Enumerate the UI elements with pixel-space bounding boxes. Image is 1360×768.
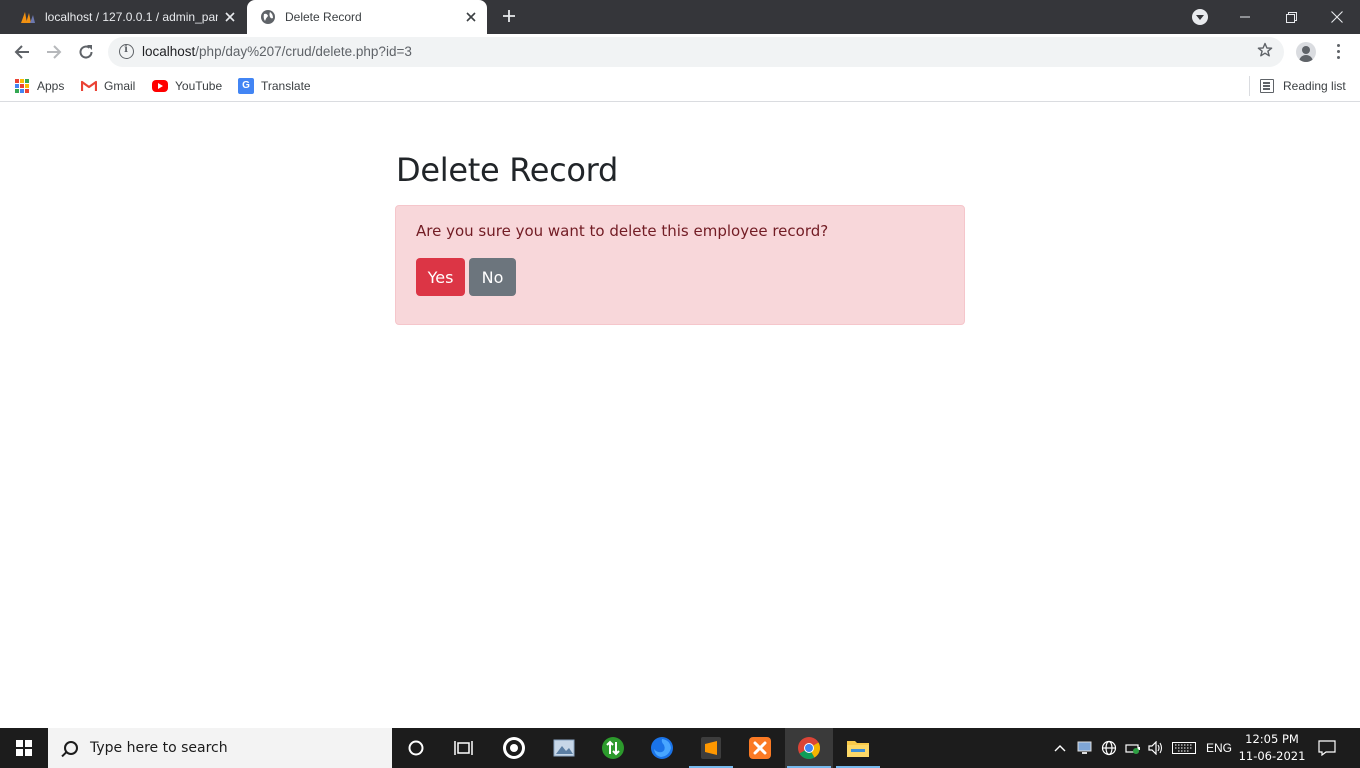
chrome-icon[interactable] (785, 728, 833, 768)
no-button[interactable]: No (469, 258, 516, 296)
language-indicator[interactable]: ENG (1206, 728, 1232, 768)
taskbar-search[interactable]: Type here to search (48, 728, 392, 768)
tab-title: localhost / 127.0.0.1 / admin_pan (45, 10, 218, 24)
bookmark-label: YouTube (175, 79, 223, 93)
back-icon[interactable] (10, 40, 34, 64)
page-content: Delete Record Are you sure you want to d… (0, 103, 1360, 728)
menu-kebab-icon[interactable] (1331, 43, 1345, 61)
reload-icon[interactable] (74, 40, 98, 64)
volume-icon[interactable] (1148, 728, 1164, 768)
tab-search-icon[interactable] (1192, 9, 1208, 25)
clock-date: 11-06-2021 (1238, 749, 1306, 763)
url-path: /php/day%207/crud/delete.php?id=3 (195, 44, 412, 59)
battery-icon[interactable] (1125, 728, 1141, 768)
tab-delete-record[interactable]: Delete Record (247, 0, 487, 34)
browser-tab-bar: localhost / 127.0.0.1 / admin_pan Delete… (0, 0, 1360, 34)
tab-phpmyadmin[interactable]: localhost / 127.0.0.1 / admin_pan (8, 0, 246, 34)
task-view-icon[interactable] (440, 728, 488, 768)
avatar-head (1302, 46, 1310, 54)
search-icon (64, 741, 78, 755)
start-button[interactable] (0, 728, 48, 768)
show-hidden-icons[interactable] (1054, 728, 1066, 768)
phpmyadmin-icon (20, 9, 36, 25)
url-host: localhost (142, 44, 196, 59)
obs-icon[interactable] (490, 728, 538, 768)
close-icon[interactable] (463, 9, 479, 25)
sublime-text-icon[interactable] (687, 728, 735, 768)
torrent-icon[interactable] (589, 728, 637, 768)
browser-toolbar: localhost/php/day%207/crud/delete.php?id… (0, 34, 1360, 70)
notifications-icon[interactable] (1318, 728, 1336, 768)
close-icon[interactable] (222, 9, 238, 25)
profile-avatar-icon[interactable] (1296, 42, 1316, 62)
bookmark-label: Translate (261, 79, 311, 93)
bookmark-star-icon[interactable] (1256, 42, 1274, 60)
address-bar[interactable]: localhost/php/day%207/crud/delete.php?id… (108, 37, 1284, 67)
plus-icon[interactable] (498, 7, 520, 27)
bookmarks-divider (1249, 76, 1250, 96)
tab-title: Delete Record (285, 10, 362, 24)
reading-list-button[interactable]: Reading list (1260, 76, 1346, 96)
network-globe-icon[interactable] (1101, 728, 1117, 768)
bookmark-label: Apps (37, 79, 65, 93)
globe-icon (260, 9, 276, 25)
restore-icon[interactable] (1268, 0, 1314, 34)
youtube-icon (152, 80, 168, 92)
url-text: localhost/php/day%207/crud/delete.php?id… (142, 44, 412, 59)
page-title: Delete Record (396, 151, 618, 189)
yes-button[interactable]: Yes (416, 258, 465, 296)
info-icon[interactable] (119, 44, 134, 59)
search-placeholder: Type here to search (90, 740, 228, 756)
reading-list-icon (1260, 79, 1274, 93)
clock[interactable]: 12:05 PM 11-06-2021 (1236, 731, 1308, 765)
bookmark-gmail[interactable]: Gmail (80, 76, 136, 96)
alert-message: Are you sure you want to delete this emp… (416, 222, 829, 240)
window-close-icon[interactable] (1314, 0, 1360, 34)
forward-icon[interactable] (42, 40, 66, 64)
minimize-icon[interactable] (1222, 0, 1268, 34)
windows-taskbar: Type here to search ENG 12:05 PM 11-06-2… (0, 728, 1360, 768)
bookmark-apps[interactable]: Apps (14, 76, 64, 96)
bookmarks-bar: Apps Gmail YouTube G Translate Reading l… (0, 70, 1360, 102)
translate-icon: G (238, 78, 254, 94)
bookmark-translate[interactable]: G Translate (238, 76, 311, 96)
reading-list-label: Reading list (1283, 79, 1346, 93)
bookmark-label: Gmail (104, 79, 136, 93)
clock-time: 12:05 PM (1245, 732, 1299, 746)
bookmark-youtube[interactable]: YouTube (152, 76, 222, 96)
apps-grid-icon (14, 78, 30, 94)
monitor-icon[interactable] (1077, 728, 1093, 768)
gmail-icon (80, 78, 98, 94)
cortana-icon[interactable] (392, 728, 440, 768)
keyboard-icon[interactable] (1172, 728, 1196, 768)
file-explorer-icon[interactable] (834, 728, 882, 768)
xampp-icon[interactable] (736, 728, 784, 768)
delete-confirm-alert: Are you sure you want to delete this emp… (395, 205, 965, 325)
avatar-body (1299, 55, 1313, 62)
photos-icon[interactable] (540, 728, 588, 768)
windows-logo-icon (16, 740, 32, 756)
firefox-icon[interactable] (638, 728, 686, 768)
